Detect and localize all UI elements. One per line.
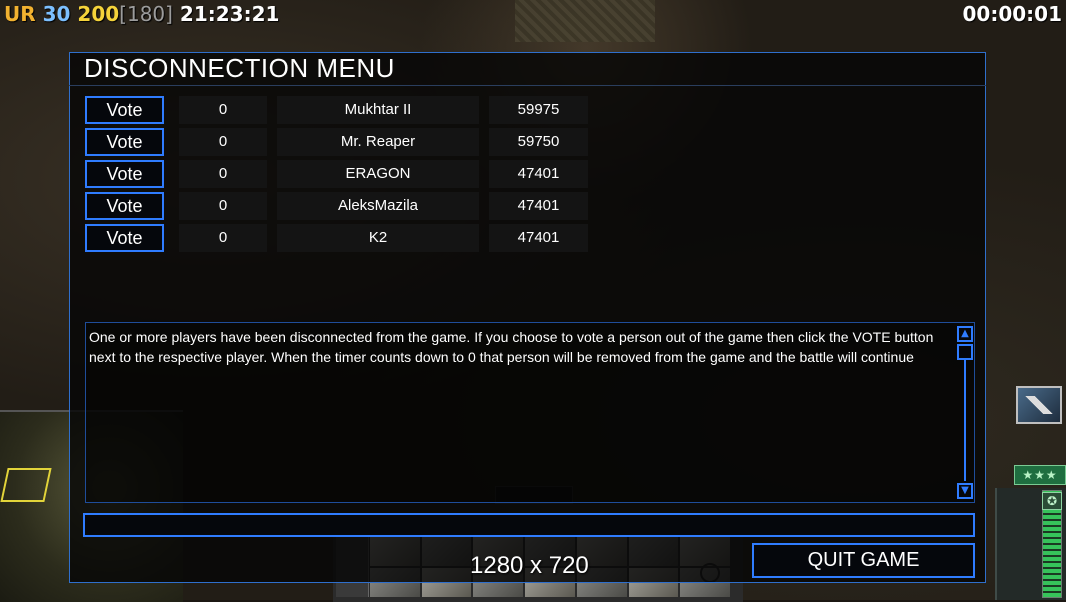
hud-value-b: 200 bbox=[77, 2, 120, 26]
player-row: Vote 0 Mr. Reaper 59750 bbox=[85, 128, 588, 156]
player-name: Mr. Reaper bbox=[277, 128, 479, 156]
player-name: K2 bbox=[277, 224, 479, 252]
map-building bbox=[515, 0, 655, 42]
player-ping: 59750 bbox=[489, 128, 588, 156]
resolution-overlay: 1280 x 720 bbox=[470, 552, 589, 579]
rank-stars-icon: ★★★ bbox=[1014, 465, 1066, 485]
scroll-track[interactable] bbox=[964, 360, 966, 481]
player-name: AleksMazila bbox=[277, 192, 479, 220]
quit-game-button[interactable]: QUIT GAME bbox=[752, 543, 975, 578]
triangle-down-icon[interactable]: ▼ bbox=[957, 483, 973, 499]
triangle-up-icon[interactable]: ▲ bbox=[957, 326, 973, 342]
vote-button[interactable]: Vote bbox=[85, 224, 164, 252]
hud-clock: 21:23:21 bbox=[179, 2, 280, 26]
vote-count: 0 bbox=[179, 96, 267, 124]
player-name: Mukhtar II bbox=[277, 96, 479, 124]
chat-input[interactable] bbox=[83, 513, 975, 537]
vote-count: 0 bbox=[179, 192, 267, 220]
game-timer: 00:00:01 bbox=[962, 2, 1063, 26]
vote-button[interactable]: Vote bbox=[85, 160, 164, 188]
player-ping: 59975 bbox=[489, 96, 588, 124]
dialog-title: DISCONNECTION MENU bbox=[84, 53, 395, 83]
faction-label: UR bbox=[4, 2, 36, 26]
hud-value-c: [180] bbox=[119, 2, 173, 26]
player-name: ERAGON bbox=[277, 160, 479, 188]
scroll-thumb[interactable] bbox=[957, 344, 973, 360]
disconnect-message: One or more players have been disconnect… bbox=[89, 329, 934, 365]
player-row: Vote 0 Mukhtar II 59975 bbox=[85, 96, 588, 124]
message-scrollbar[interactable]: ▲ ▼ bbox=[957, 326, 973, 499]
vote-count: 0 bbox=[179, 128, 267, 156]
player-ping: 47401 bbox=[489, 160, 588, 188]
general-star-icon[interactable]: ✪ bbox=[1042, 492, 1062, 510]
vote-button[interactable]: Vote bbox=[85, 192, 164, 220]
vote-count: 0 bbox=[179, 224, 267, 252]
player-ping: 47401 bbox=[489, 224, 588, 252]
satellite-icon[interactable] bbox=[1016, 386, 1062, 424]
vote-button[interactable]: Vote bbox=[85, 128, 164, 156]
player-row: Vote 0 K2 47401 bbox=[85, 224, 588, 252]
player-row: Vote 0 AleksMazila 47401 bbox=[85, 192, 588, 220]
title-divider bbox=[69, 85, 986, 86]
player-ping: 47401 bbox=[489, 192, 588, 220]
hud-value-a: 30 bbox=[42, 2, 71, 26]
resource-hud: UR 30 200[180] 21:23:21 bbox=[4, 2, 279, 26]
vote-button[interactable]: Vote bbox=[85, 96, 164, 124]
vote-count: 0 bbox=[179, 160, 267, 188]
player-row: Vote 0 ERAGON 47401 bbox=[85, 160, 588, 188]
minimap-view-marker bbox=[0, 468, 52, 502]
